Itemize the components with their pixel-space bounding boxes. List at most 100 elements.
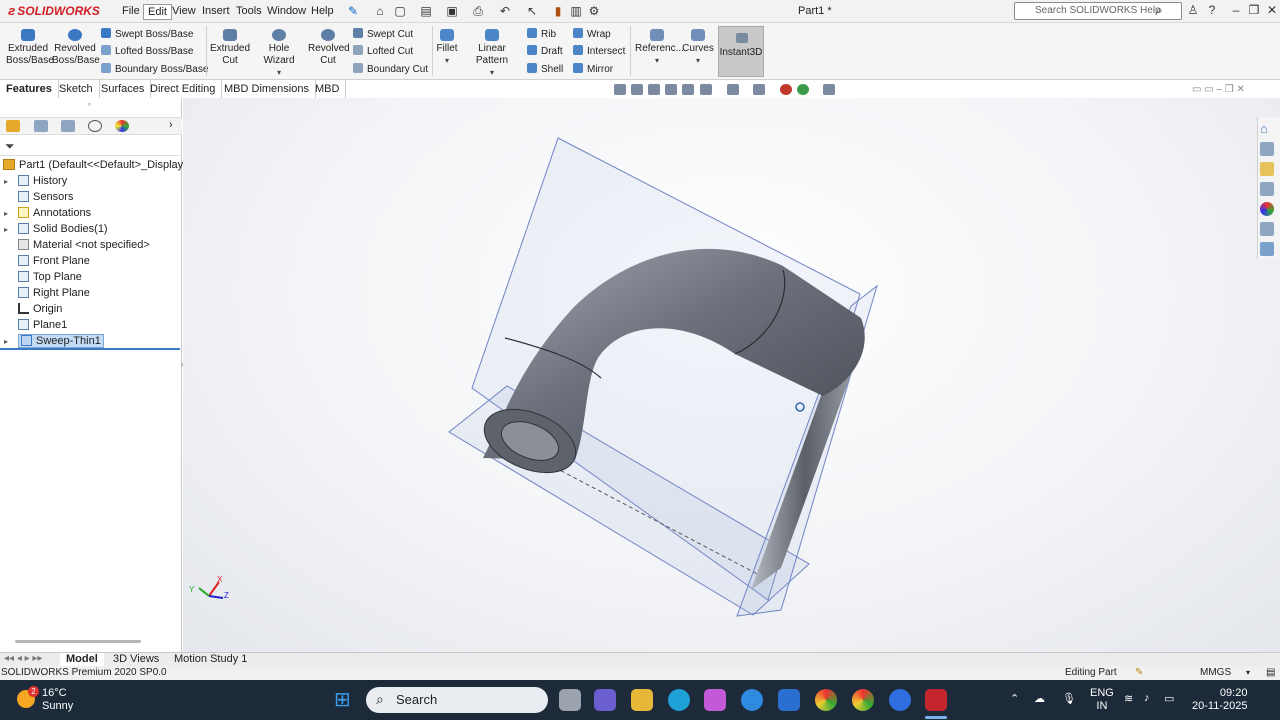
print-icon[interactable]: ⎙ xyxy=(470,4,486,18)
tab-mbd-dimensions[interactable]: MBD Dimensions xyxy=(218,80,316,98)
zoom-to-fit-icon[interactable] xyxy=(614,84,626,95)
revolved-boss-button[interactable]: Revolved Boss/Base xyxy=(52,29,100,67)
menu-view[interactable]: View xyxy=(168,4,200,18)
property-manager-icon[interactable] xyxy=(34,120,48,132)
forum-icon[interactable] xyxy=(1260,242,1274,256)
lofted-cut-button[interactable]: Lofted Cut xyxy=(353,45,413,59)
open-icon[interactable]: ▤ xyxy=(418,4,434,18)
chevron-down-icon[interactable]: ▾ xyxy=(445,56,449,65)
menu-tools[interactable]: Tools xyxy=(232,4,266,18)
chevron-down-icon[interactable]: ▾ xyxy=(1246,666,1250,680)
hide-show-items-icon[interactable] xyxy=(753,84,765,95)
tree-item-solid-bodies[interactable]: ▸ Solid Bodies(1) xyxy=(4,221,108,237)
file-explorer-icon[interactable] xyxy=(1260,162,1274,176)
mirror-button[interactable]: Mirror xyxy=(573,63,613,77)
expand-arrow-icon[interactable]: ▸ xyxy=(4,222,18,238)
taskbar-search[interactable]: Search xyxy=(366,687,548,713)
extruded-cut-button[interactable]: Extruded Cut xyxy=(210,29,250,67)
boundary-cut-button[interactable]: Boundary Cut xyxy=(353,63,428,77)
search-icon[interactable]: ⌕ xyxy=(1156,3,1163,18)
reference-geometry-button[interactable]: Referenc... ▾ xyxy=(635,29,684,67)
clock[interactable]: 09:20 20-11-2025 xyxy=(1192,687,1247,713)
shell-button[interactable]: Shell xyxy=(527,63,563,77)
tab-mbd[interactable]: MBD xyxy=(309,80,347,98)
chat-icon[interactable] xyxy=(594,689,616,711)
windows-start-icon[interactable]: ⊞ xyxy=(334,689,351,711)
zoom-icon[interactable] xyxy=(889,689,911,711)
expand-arrow-icon[interactable]: ▸ xyxy=(4,206,18,222)
chevron-down-icon[interactable]: ▾ xyxy=(655,56,659,65)
task-view-icon[interactable] xyxy=(559,689,581,711)
section-view-icon[interactable] xyxy=(665,84,677,95)
horizontal-scrollbar[interactable] xyxy=(15,640,141,643)
swept-cut-button[interactable]: Swept Cut xyxy=(353,28,413,42)
hole-wizard-button[interactable]: Hole Wizard ▾ xyxy=(253,29,305,79)
swept-boss-button[interactable]: Swept Boss/Base xyxy=(101,28,193,42)
options-gear-icon[interactable]: ⚙ xyxy=(586,4,602,18)
custom-properties-icon[interactable] xyxy=(1260,222,1274,236)
wrap-button[interactable]: Wrap xyxy=(573,28,611,42)
help-icon[interactable]: ? xyxy=(1204,3,1220,17)
file-properties-icon[interactable]: ▥ xyxy=(568,4,584,18)
customize-icon[interactable]: ▤ xyxy=(1266,666,1275,680)
tab-surfaces[interactable]: Surfaces xyxy=(95,80,152,98)
extruded-boss-button[interactable]: Extruded Boss/Base xyxy=(6,29,54,67)
instant3d-button[interactable]: Instant3D xyxy=(718,26,764,77)
home-icon[interactable]: ⌂ xyxy=(372,4,388,18)
chrome-profile-icon[interactable] xyxy=(852,689,874,711)
copilot-icon[interactable] xyxy=(704,689,726,711)
tree-item-top-plane[interactable]: Top Plane xyxy=(4,269,82,285)
edit-appearance-icon[interactable] xyxy=(780,84,792,95)
tree-item-sensors[interactable]: Sensors xyxy=(4,189,73,205)
view-orientation-icon[interactable] xyxy=(700,84,712,95)
lofted-boss-button[interactable]: Lofted Boss/Base xyxy=(101,45,193,59)
view-palette-icon[interactable] xyxy=(1260,182,1274,196)
menu-window[interactable]: Window xyxy=(263,4,310,18)
solidworks-taskbar-icon[interactable] xyxy=(925,689,947,711)
tree-item-front-plane[interactable]: Front Plane xyxy=(4,253,90,269)
view-settings-icon[interactable] xyxy=(823,84,835,95)
app-icon[interactable] xyxy=(741,689,763,711)
dimxpert-icon[interactable] xyxy=(88,120,102,132)
filter-icon[interactable]: ⏷ xyxy=(5,139,15,154)
tab-scroll-arrows-icon[interactable]: ◂◂ ◂ ▸ ▸▸ xyxy=(4,653,42,664)
chrome-icon[interactable] xyxy=(815,689,837,711)
previous-view-icon[interactable] xyxy=(648,84,660,95)
zoom-area-icon[interactable] xyxy=(631,84,643,95)
apply-scene-icon[interactable] xyxy=(797,84,809,95)
rib-button[interactable]: Rib xyxy=(527,28,556,42)
fillet-button[interactable]: Fillet ▾ xyxy=(436,29,458,67)
tree-item-sweep-thin1[interactable]: ▸ Sweep-Thin1 xyxy=(4,333,104,349)
file-explorer-icon[interactable] xyxy=(631,689,653,711)
solidworks-resources-icon[interactable]: ⌂ xyxy=(1260,122,1274,136)
panel-grip-icon[interactable]: ° xyxy=(88,102,91,111)
menu-file[interactable]: File xyxy=(118,4,144,18)
edge-browser-icon[interactable] xyxy=(668,689,690,711)
tab-3d-views[interactable]: 3D Views xyxy=(107,653,165,667)
show-hidden-icons[interactable]: ⌃ xyxy=(1010,692,1019,705)
language-indicator[interactable]: ENG IN xyxy=(1090,687,1114,713)
tree-item-plane1[interactable]: Plane1 xyxy=(4,317,67,333)
design-library-icon[interactable] xyxy=(1260,142,1274,156)
model-view[interactable]: X Y Z xyxy=(183,98,1280,652)
chevron-down-icon[interactable]: ▾ xyxy=(490,68,494,77)
feature-manager-icon[interactable] xyxy=(6,120,20,132)
pin-icon[interactable]: ✎ xyxy=(345,4,361,18)
onedrive-icon[interactable]: ☁ xyxy=(1034,692,1045,705)
tree-item-origin[interactable]: Origin xyxy=(4,301,62,317)
display-manager-icon[interactable] xyxy=(115,120,129,132)
curves-button[interactable]: Curves ▾ xyxy=(682,29,714,67)
chevron-down-icon[interactable]: ▾ xyxy=(277,68,281,77)
display-style-icon[interactable] xyxy=(727,84,739,95)
chevron-right-icon[interactable]: › xyxy=(169,119,173,131)
boundary-boss-button[interactable]: Boundary Boss/Base xyxy=(101,63,208,77)
tree-root-part[interactable]: Part1 (Default<<Default>_Display S xyxy=(3,157,194,173)
tree-item-right-plane[interactable]: Right Plane xyxy=(4,285,90,301)
tab-motion-study-1[interactable]: Motion Study 1 xyxy=(168,653,253,667)
configuration-manager-icon[interactable] xyxy=(61,120,75,132)
tree-item-material[interactable]: Material <not specified> xyxy=(4,237,150,253)
menu-help[interactable]: Help xyxy=(307,4,338,18)
draft-button[interactable]: Draft xyxy=(527,45,563,59)
solidworks-logo[interactable]: ƨ SOLIDWORKS xyxy=(8,3,100,18)
rebuild-icon[interactable]: ✎ xyxy=(1135,666,1143,680)
